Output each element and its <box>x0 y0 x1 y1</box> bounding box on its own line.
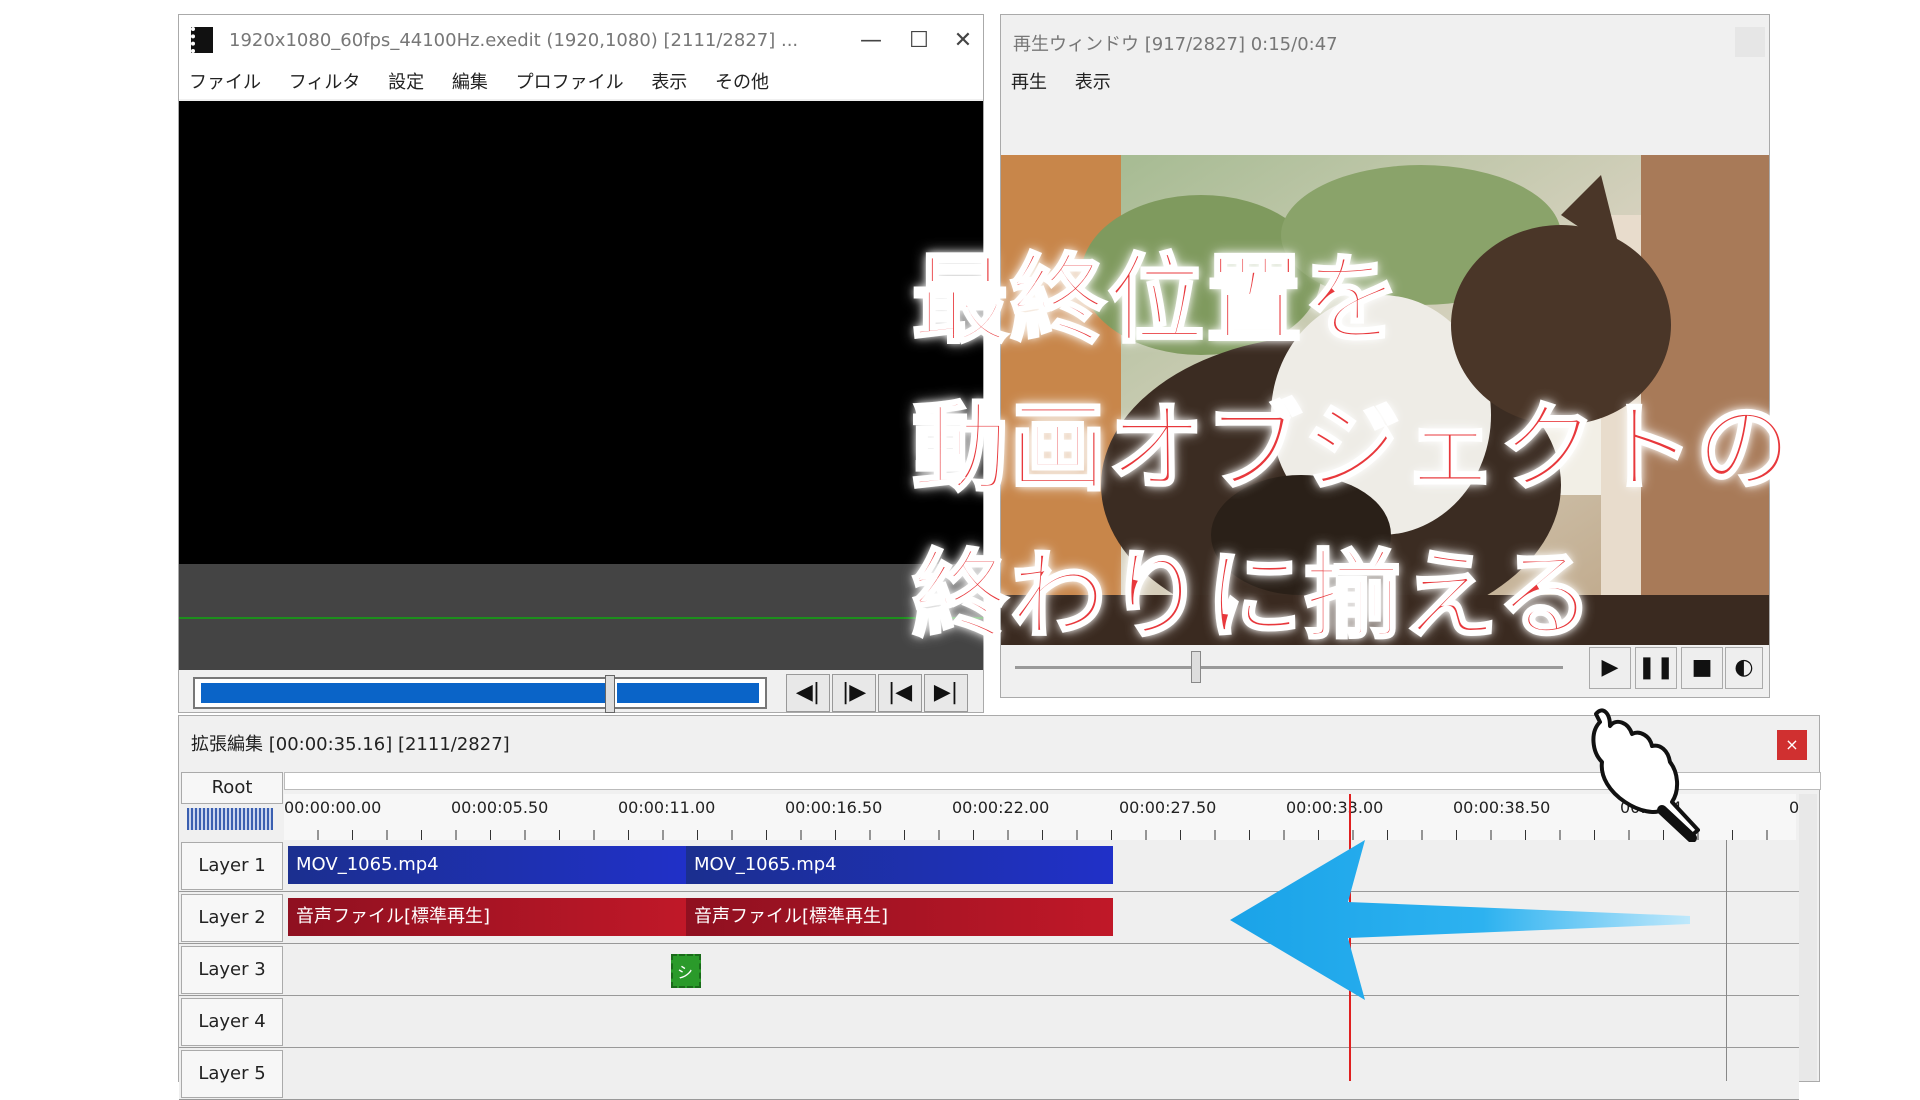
tick-label: 00:00:27.50 <box>1119 798 1217 817</box>
go-end-button[interactable]: ▶| <box>924 674 968 712</box>
menu-settings[interactable]: 設定 <box>388 67 424 99</box>
timeline-close-button[interactable]: × <box>1777 730 1807 760</box>
video-clip[interactable]: MOV_1065.mp4 <box>686 846 1113 884</box>
layer-label[interactable]: Layer 4 <box>181 998 283 1046</box>
audio-clip[interactable]: 音声ファイル[標準再生] <box>686 898 1113 936</box>
maximize-button[interactable]: ☐ <box>895 25 943 57</box>
caption-line-1: 最終位置を <box>911 243 1402 358</box>
slider-thumb[interactable] <box>605 675 615 713</box>
timeline-title: 拡張編集 [00:00:35.16] [2111/2827] <box>191 734 510 755</box>
main-menubar: ファイル フィルタ 設定 編集 プロファイル 表示 その他 <box>179 67 983 99</box>
end-marker-line <box>1726 840 1727 1081</box>
scene-change-clip[interactable]: シ <box>671 954 701 988</box>
menu-file[interactable]: ファイル <box>189 67 261 99</box>
play-window-title: 再生ウィンドウ [917/2827] 0:15/0:47 <box>1013 34 1338 55</box>
menu-edit[interactable]: 編集 <box>452 67 488 99</box>
slider-range-left <box>201 683 605 703</box>
tick-label: 00:00:22.00 <box>952 798 1050 817</box>
video-clip[interactable]: MOV_1065.mp4 <box>288 846 686 884</box>
caption-line-3: 終わりに揃える <box>910 539 1596 654</box>
play-button[interactable]: ▶ <box>1589 647 1631 689</box>
audio-waveform-toggle[interactable] <box>187 808 273 830</box>
root-button[interactable]: Root <box>181 772 283 804</box>
vertical-scrollbar[interactable] <box>1799 794 1817 1081</box>
menu-play[interactable]: 再生 <box>1011 67 1047 99</box>
next-frame-button[interactable]: |▶ <box>832 674 876 712</box>
main-titlebar: 1920x1080_60fps_44100Hz.exedit (1920,108… <box>179 15 983 67</box>
tick-label: 00:00:38.50 <box>1453 798 1551 817</box>
main-edit-window: 1920x1080_60fps_44100Hz.exedit (1920,108… <box>178 14 984 713</box>
film-icon <box>191 27 213 53</box>
tick-label: 00:00:11.00 <box>618 798 716 817</box>
prev-frame-button[interactable]: ◀| <box>786 674 830 712</box>
layer-label[interactable]: Layer 1 <box>181 842 283 890</box>
stop-button[interactable]: ■ <box>1681 647 1723 689</box>
layer-label[interactable]: Layer 5 <box>181 1050 283 1098</box>
layer-row[interactable]: Layer 4 <box>179 996 1799 1048</box>
layer-row[interactable]: Layer 5 <box>179 1048 1799 1100</box>
frame-slider[interactable] <box>193 675 767 713</box>
play-seek-track[interactable] <box>1015 666 1563 669</box>
left-arrow-icon <box>1230 840 1690 1000</box>
layer-label[interactable]: Layer 3 <box>181 946 283 994</box>
tick-label: 00:00:05.50 <box>451 798 549 817</box>
guide-line <box>179 617 983 619</box>
caption-line-2: 動画オブジェクトの <box>911 391 1794 506</box>
volume-button[interactable]: ◐ <box>1725 647 1763 689</box>
play-titlebar: 再生ウィンドウ [917/2827] 0:15/0:47 <box>1001 15 1769 67</box>
play-close-button[interactable] <box>1735 27 1765 57</box>
preview-canvas <box>179 101 983 564</box>
menu-display[interactable]: 表示 <box>1075 67 1111 99</box>
pause-button[interactable]: ❚❚ <box>1635 647 1677 689</box>
minimize-button[interactable]: — <box>847 25 895 57</box>
menu-profile[interactable]: プロファイル <box>516 67 624 99</box>
pointing-hand-icon <box>1591 708 1700 842</box>
tick-label: 00:00:00.00 <box>284 798 382 817</box>
close-button[interactable]: ✕ <box>939 25 987 57</box>
audio-clip[interactable]: 音声ファイル[標準再生] <box>288 898 686 936</box>
play-menubar: 再生 表示 <box>1001 67 1769 99</box>
tick-label: 00:00:16.50 <box>785 798 883 817</box>
menu-view[interactable]: 表示 <box>651 67 687 99</box>
main-window-title: 1920x1080_60fps_44100Hz.exedit (1920,108… <box>229 30 799 51</box>
menu-filter[interactable]: フィルタ <box>289 67 361 99</box>
layer-label[interactable]: Layer 2 <box>181 894 283 942</box>
menu-other[interactable]: その他 <box>715 67 769 99</box>
tick-label: 00:00:33.00 <box>1286 798 1384 817</box>
go-start-button[interactable]: |◀ <box>878 674 922 712</box>
slider-range-right <box>617 683 759 703</box>
